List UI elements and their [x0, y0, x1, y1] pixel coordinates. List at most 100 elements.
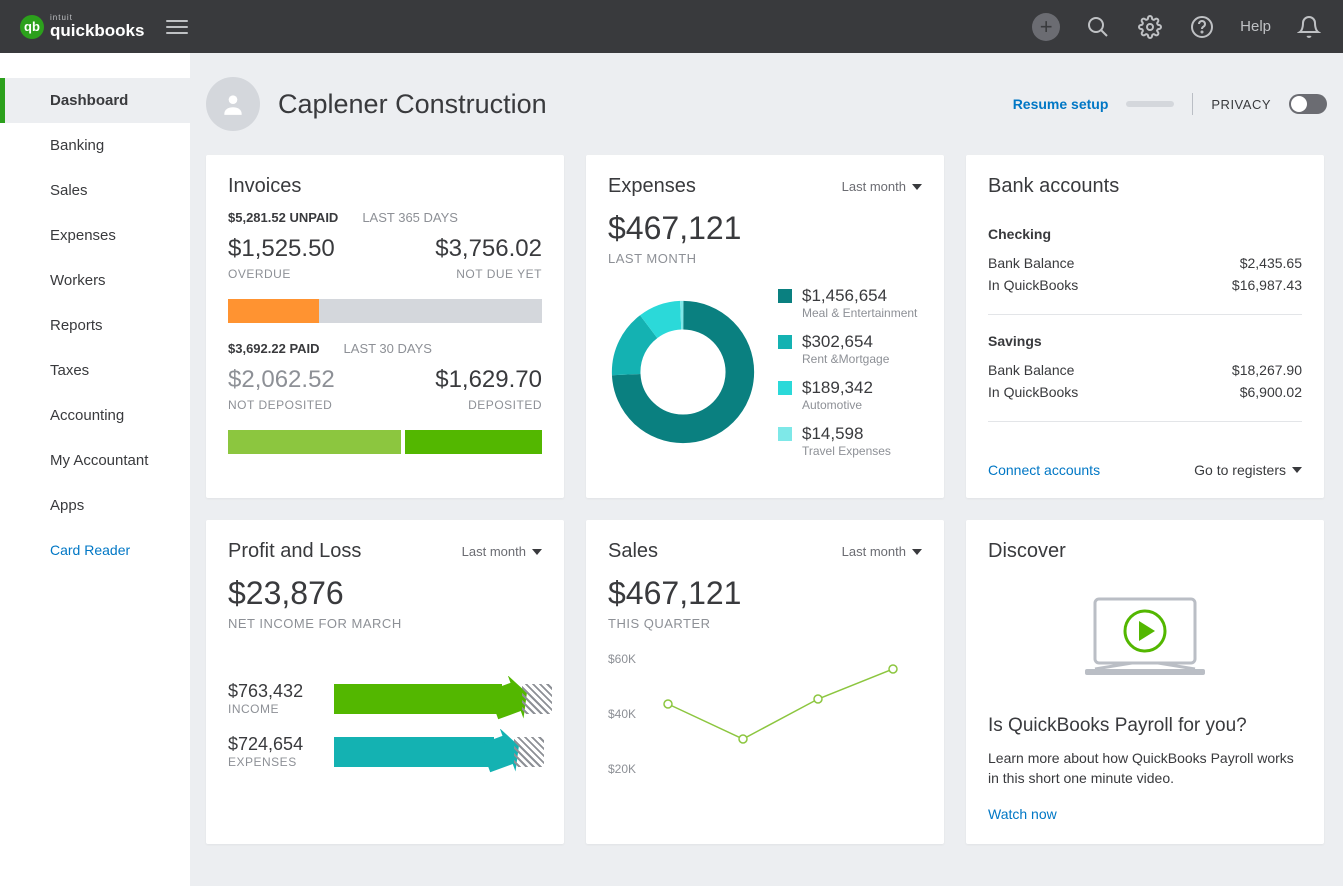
card-title: Expenses: [608, 175, 696, 198]
discover-video-icon[interactable]: [988, 591, 1302, 681]
help-link[interactable]: Help: [1240, 18, 1271, 35]
expenses-card[interactable]: Expenses Last month $467,121 LAST MONTH …: [586, 155, 944, 498]
legend-value: $302,654: [802, 332, 889, 352]
sidebar-item-accounting[interactable]: Accounting: [0, 393, 190, 438]
legend-value: $1,456,654: [802, 286, 917, 306]
sidebar-item-dashboard[interactable]: Dashboard: [0, 78, 190, 123]
logo-badge-icon: qb: [20, 15, 44, 39]
sales-period-select[interactable]: Last month: [842, 544, 922, 559]
content: Caplener Construction Resume setup PRIVA…: [190, 53, 1343, 886]
watch-now-link[interactable]: Watch now: [988, 806, 1057, 822]
unpaid-period: LAST 365 DAYS: [362, 210, 458, 225]
expenses-bar: [334, 737, 542, 767]
sidebar-item-reports[interactable]: Reports: [0, 303, 190, 348]
sidebar-item-sales[interactable]: Sales: [0, 168, 190, 213]
net-income-amount: $23,876: [228, 575, 542, 612]
page-header: Caplener Construction Resume setup PRIVA…: [206, 53, 1327, 155]
sidebar-item-card-reader[interactable]: Card Reader: [0, 528, 190, 572]
net-income-label: NET INCOME FOR MARCH: [228, 616, 542, 631]
unpaid-bar: [228, 299, 542, 323]
y-tick-label: $20K: [608, 762, 636, 776]
legend-value: $14,598: [802, 424, 891, 444]
invoices-card[interactable]: Invoices $5,281.52 UNPAID LAST 365 DAYS …: [206, 155, 564, 498]
legend-label: Rent &Mortgage: [802, 352, 889, 366]
company-name: Caplener Construction: [278, 89, 547, 120]
topbar: qb intuit quickbooks + Help: [0, 0, 1343, 53]
bank-row-value: $2,435.65: [1240, 255, 1302, 271]
legend-swatch-icon: [778, 381, 792, 395]
expenses-amount: $724,654: [228, 734, 318, 755]
sidebar-item-apps[interactable]: Apps: [0, 483, 190, 528]
discover-headline: Is QuickBooks Payroll for you?: [988, 715, 1302, 737]
discover-card: Discover Is QuickBooks Payroll for you? …: [966, 520, 1324, 844]
bank-row-value: $6,900.02: [1240, 384, 1302, 400]
quick-create-icon[interactable]: +: [1032, 13, 1060, 41]
search-icon[interactable]: [1084, 13, 1112, 41]
help-icon[interactable]: [1188, 13, 1216, 41]
paid-bar: [228, 430, 542, 454]
discover-body: Learn more about how QuickBooks Payroll …: [988, 749, 1302, 788]
legend-value: $189,342: [802, 378, 873, 398]
legend-label: Meal & Entertainment: [802, 306, 917, 320]
logo[interactable]: qb intuit quickbooks: [20, 14, 144, 39]
privacy-label: PRIVACY: [1211, 97, 1271, 112]
overdue-label: OVERDUE: [228, 267, 291, 281]
bank-row: In QuickBooks$6,900.02: [988, 381, 1302, 403]
income-label: INCOME: [228, 702, 318, 716]
hamburger-icon[interactable]: [166, 16, 188, 38]
deposited-label: DEPOSITED: [468, 398, 542, 412]
resume-setup-link[interactable]: Resume setup: [1013, 96, 1109, 112]
expenses-label: EXPENSES: [228, 755, 318, 769]
legend-item: $189,342Automotive: [778, 378, 917, 412]
bank-row: Bank Balance$2,435.65: [988, 252, 1302, 274]
company-avatar-icon[interactable]: [206, 77, 260, 131]
chevron-down-icon: [532, 549, 542, 555]
bank-row: In QuickBooks$16,987.43: [988, 274, 1302, 296]
bank-row-value: $16,987.43: [1232, 277, 1302, 293]
legend-swatch-icon: [778, 335, 792, 349]
deposited-amount: $1,629.70: [435, 366, 542, 394]
expenses-total-label: LAST MONTH: [608, 251, 922, 266]
card-title: Profit and Loss: [228, 540, 361, 563]
sidebar-item-workers[interactable]: Workers: [0, 258, 190, 303]
connect-accounts-link[interactable]: Connect accounts: [988, 462, 1100, 478]
profit-loss-card[interactable]: Profit and Loss Last month $23,876 NET I…: [206, 520, 564, 844]
topbar-right: + Help: [1032, 13, 1323, 41]
gear-icon[interactable]: [1136, 13, 1164, 41]
expenses-legend: $1,456,654Meal & Entertainment $302,654Re…: [778, 286, 917, 458]
bank-accounts-card[interactable]: Bank accounts CheckingBank Balance$2,435…: [966, 155, 1324, 498]
sidebar-item-banking[interactable]: Banking: [0, 123, 190, 168]
bell-icon[interactable]: [1295, 13, 1323, 41]
legend-swatch-icon: [778, 427, 792, 441]
expenses-period-select[interactable]: Last month: [842, 179, 922, 194]
legend-item: $1,456,654Meal & Entertainment: [778, 286, 917, 320]
setup-progress-bar: [1126, 101, 1174, 107]
bank-row-label: Bank Balance: [988, 362, 1074, 378]
overdue-amount: $1,525.50: [228, 235, 335, 263]
legend-item: $302,654Rent &Mortgage: [778, 332, 917, 366]
sales-line-chart: $60K$40K$20K: [608, 649, 922, 789]
card-title: Bank accounts: [988, 175, 1119, 198]
pl-period-select[interactable]: Last month: [462, 544, 542, 559]
sidebar-item-my-accountant[interactable]: My Accountant: [0, 438, 190, 483]
legend-label: Travel Expenses: [802, 444, 891, 458]
legend-swatch-icon: [778, 289, 792, 303]
expenses-total: $467,121: [608, 210, 922, 247]
notdue-label: NOT DUE YET: [456, 267, 542, 281]
paid-summary: $3,692.22 PAID: [228, 341, 320, 356]
chevron-down-icon: [912, 549, 922, 555]
privacy-toggle[interactable]: [1289, 94, 1327, 114]
legend-item: $14,598Travel Expenses: [778, 424, 917, 458]
goto-registers-select[interactable]: Go to registers: [1194, 462, 1302, 478]
unpaid-summary: $5,281.52 UNPAID: [228, 210, 338, 225]
sidebar-item-taxes[interactable]: Taxes: [0, 348, 190, 393]
sidebar-item-expenses[interactable]: Expenses: [0, 213, 190, 258]
sales-card[interactable]: Sales Last month $467,121 THIS QUARTER $…: [586, 520, 944, 844]
notdeposited-label: NOT DEPOSITED: [228, 398, 332, 412]
card-title: Discover: [988, 540, 1066, 563]
y-tick-label: $40K: [608, 707, 636, 721]
income-amount: $763,432: [228, 681, 318, 702]
chevron-down-icon: [1292, 467, 1302, 473]
bank-row-value: $18,267.90: [1232, 362, 1302, 378]
notdue-amount: $3,756.02: [435, 235, 542, 263]
